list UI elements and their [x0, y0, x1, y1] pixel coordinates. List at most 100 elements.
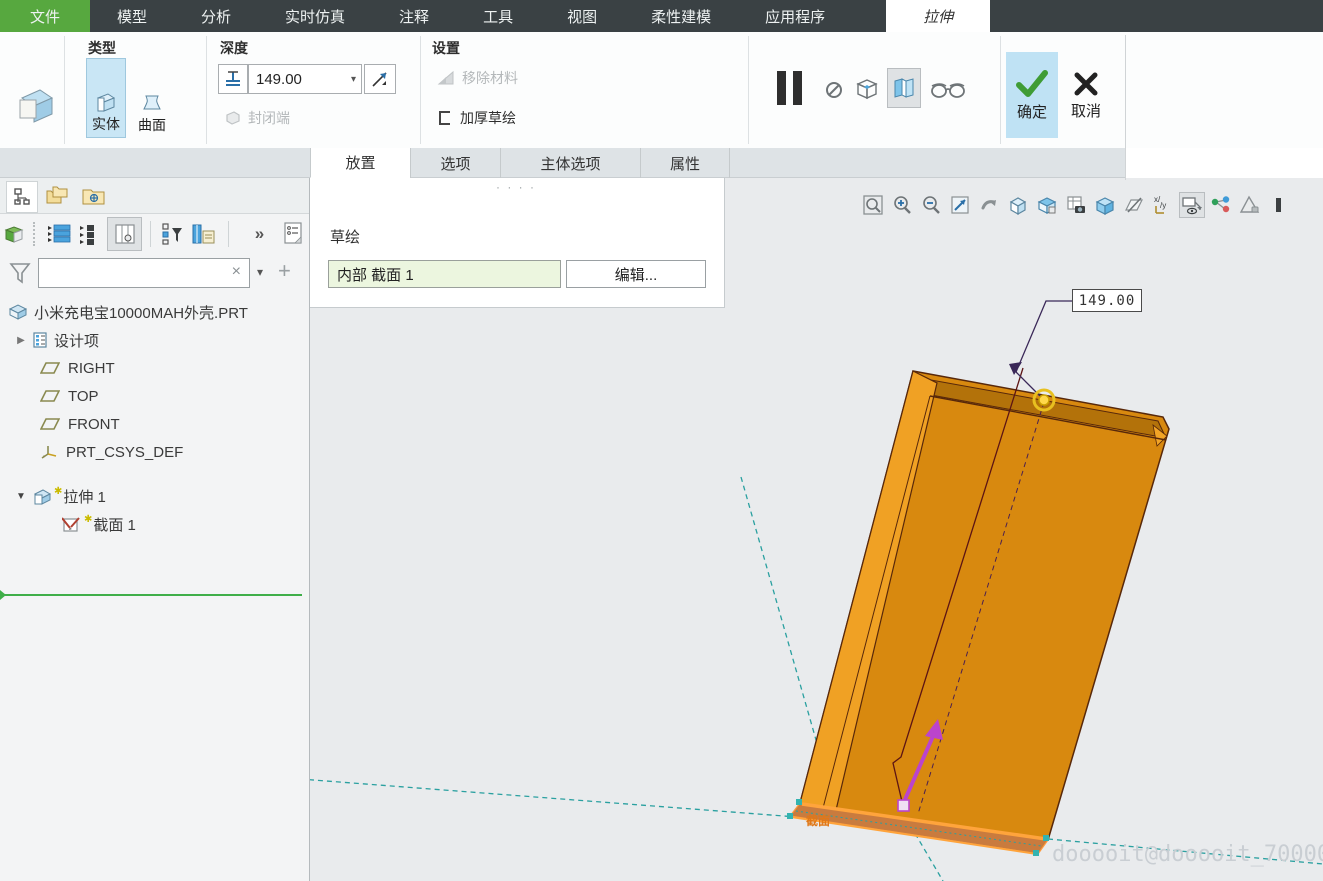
more-tools-button[interactable]: » [255, 224, 264, 244]
closed-end-toggle: 封闭端 [224, 108, 290, 128]
expander-icon[interactable]: ▼ [14, 491, 28, 502]
refit-icon[interactable] [947, 192, 973, 218]
expand-all-button[interactable] [43, 222, 76, 246]
pause-button[interactable] [773, 70, 805, 106]
display-style-icon[interactable] [1092, 192, 1118, 218]
tree-item-label: 截面 1 [93, 514, 136, 535]
tree-copy-button[interactable] [187, 222, 220, 246]
tab-body-options[interactable]: 主体选项 [500, 148, 640, 178]
collapse-all-button[interactable] [76, 222, 105, 246]
insert-here-locator[interactable] [0, 594, 302, 596]
view-sections-icon[interactable] [1034, 192, 1060, 218]
cancel-label: 取消 [1071, 100, 1101, 121]
depth-group-label: 深度 [220, 38, 248, 58]
verify-button[interactable] [928, 76, 968, 104]
menu-tools[interactable]: 工具 [456, 0, 540, 32]
capture-scene-icon[interactable] [1063, 192, 1089, 218]
tree-item-csys[interactable]: PRT_CSYS_DEF [40, 438, 183, 466]
pause-icon [777, 71, 786, 105]
tree-item-design-items[interactable]: ▶ 设计项 [14, 326, 99, 354]
ribbon-divider [748, 36, 749, 144]
spin-center-icon[interactable] [976, 192, 1002, 218]
menu-view[interactable]: 视图 [540, 0, 624, 32]
check-icon [1015, 69, 1049, 99]
tree-settings-button[interactable] [276, 221, 309, 247]
no-preview-button[interactable] [822, 78, 846, 102]
search-dropdown-icon[interactable]: ▾ [257, 265, 263, 279]
wireframe-preview-icon [853, 75, 881, 103]
depth-dropdown-icon[interactable]: ▾ [351, 74, 361, 85]
svg-text:/y: /y [1160, 201, 1166, 210]
surface-label: 曲面 [138, 115, 166, 135]
flip-direction-button[interactable] [364, 64, 396, 94]
tab-options[interactable]: 选项 [410, 148, 500, 178]
tree-filter-row: × ▾ + [0, 256, 309, 292]
ribbon-divider [206, 36, 207, 144]
model-appearance-icon[interactable] [1208, 192, 1234, 218]
tree-item-top-plane[interactable]: TOP [40, 382, 99, 410]
tree-columns-button[interactable] [107, 217, 142, 251]
tree-item-label: TOP [68, 388, 99, 405]
dimension-value-box[interactable]: 149.00 [1072, 289, 1142, 312]
add-filter-button[interactable]: + [278, 258, 291, 284]
wireframe-preview-button[interactable] [851, 72, 883, 106]
clear-search-icon[interactable]: × [232, 263, 241, 281]
saved-views-icon[interactable] [1005, 192, 1031, 218]
menu-extrude-context-tab[interactable]: 拉伸 [886, 0, 990, 32]
sketch-collector-field[interactable]: 内部 截面 1 [328, 260, 561, 288]
menu-live-simulation[interactable]: 实时仿真 [258, 0, 372, 32]
ribbon-divider [420, 36, 421, 144]
part-cube-icon[interactable] [0, 223, 29, 245]
tab-properties[interactable]: 属性 [640, 148, 730, 178]
ribbon-divider [1000, 36, 1001, 144]
dashboard-tabstrip: 放置 选项 主体选项 属性 [0, 148, 1125, 178]
surface-type-button[interactable]: 曲面 [130, 58, 174, 138]
menu-analysis[interactable]: 分析 [174, 0, 258, 32]
ribbon-right-divider [1125, 35, 1126, 180]
funnel-icon[interactable] [8, 260, 32, 286]
tree-item-section-1[interactable]: ✱ 截面 1 [62, 510, 136, 538]
edit-sketch-button[interactable]: 编辑... [566, 260, 706, 288]
clipped-icon[interactable] [1266, 192, 1292, 218]
simulation-warning-icon[interactable] [1237, 192, 1263, 218]
close-icon [1072, 70, 1100, 98]
toolbar-grip[interactable] [33, 222, 39, 246]
tree-search-input[interactable]: × [38, 258, 250, 288]
folder-browser-tab[interactable] [44, 183, 72, 209]
toolbar-divider [150, 221, 151, 247]
tree-root-part[interactable]: 小米充电宝10000MAH外壳.PRT [8, 298, 248, 326]
cancel-button[interactable]: 取消 [1062, 52, 1110, 138]
menu-model[interactable]: 模型 [90, 0, 174, 32]
shaded-preview-button[interactable] [887, 68, 921, 108]
datum-plane-display-icon[interactable] [1121, 192, 1147, 218]
thicken-sketch-toggle[interactable]: 加厚草绘 [436, 108, 516, 128]
menu-annotate[interactable]: 注释 [372, 0, 456, 32]
ok-button[interactable]: 确定 [1006, 52, 1058, 138]
toolbar-divider [228, 221, 229, 247]
tree-item-front-plane[interactable]: FRONT [40, 410, 120, 438]
favorites-folder-icon [80, 183, 108, 209]
tab-placement[interactable]: 放置 [310, 148, 410, 178]
depth-value-combo[interactable]: 149.00 ▾ [248, 64, 362, 94]
model-tree-tab[interactable] [6, 181, 38, 213]
menu-applications[interactable]: 应用程序 [738, 0, 852, 32]
favorites-folder-tab[interactable] [80, 183, 108, 209]
extrude-feature-icon [10, 80, 58, 128]
tree-item-label: PRT_CSYS_DEF [66, 444, 183, 461]
datum-axis-display-icon[interactable]: x//y [1150, 192, 1176, 218]
tree-item-right-plane[interactable]: RIGHT [40, 354, 115, 382]
menu-flexible-modeling[interactable]: 柔性建模 [624, 0, 738, 32]
solid-type-button[interactable]: 实体 [86, 58, 126, 138]
tree-filter-button[interactable] [156, 222, 187, 246]
tree-item-extrude-1[interactable]: ▼ ✱ 拉伸 1 [14, 482, 106, 510]
depth-type-button[interactable] [218, 64, 248, 94]
menu-file[interactable]: 文件 [0, 0, 90, 32]
box-zoom-icon[interactable] [860, 192, 886, 218]
zoom-out-icon[interactable] [918, 192, 944, 218]
sketch-section-label: 草绘 [330, 226, 360, 247]
panel-resize-handle[interactable]: · · · · [496, 180, 536, 194]
annotation-display-icon[interactable] [1179, 192, 1205, 218]
expander-icon[interactable]: ▶ [14, 335, 28, 346]
model-tree-icon [12, 187, 32, 207]
zoom-in-icon[interactable] [889, 192, 915, 218]
